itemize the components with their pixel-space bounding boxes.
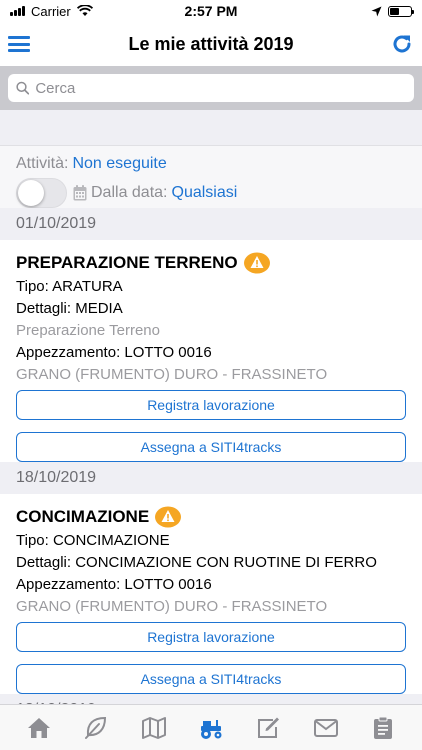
date-filter-toggle[interactable] (16, 178, 67, 208)
register-work-button[interactable]: Registra lavorazione (16, 390, 406, 420)
clipboard-icon (374, 716, 393, 739)
activity-crop: GRANO (FRUMENTO) DURO - FRASSINETO (16, 366, 328, 383)
section-date: 18/10/2019 (0, 694, 422, 704)
warning-icon (155, 506, 182, 528)
tab-crops[interactable] (78, 712, 114, 744)
warning-icon (243, 252, 270, 274)
search-icon (16, 81, 30, 95)
status-bar: Carrier 2:57 PM (0, 0, 422, 22)
activity-plot: Appezzamento: LOTTO 0016 (16, 344, 212, 361)
status-time: 2:57 PM (184, 3, 238, 19)
activity-filter-label: Attività: (16, 155, 69, 172)
activity-title: CONCIMAZIONE (16, 504, 406, 530)
activity-title: PREPARAZIONE TERRENO (16, 250, 406, 276)
tab-activities[interactable] (193, 712, 229, 744)
assign-siti4tracks-button[interactable]: Assegna a SITI4tracks (16, 432, 406, 462)
page-title: Le mie attività 2019 (128, 33, 294, 54)
activity-details: Dettagli: MEDIA (16, 300, 123, 317)
navigation-bar: Le mie attività 2019 (0, 22, 422, 66)
home-icon (27, 717, 50, 738)
tab-reports[interactable] (365, 712, 401, 744)
activity-filter-value[interactable]: Non eseguite (72, 155, 166, 173)
tab-messages[interactable] (308, 712, 344, 744)
activity-details: Dettagli: CONCIMAZIONE CON RUOTINE DI FE… (16, 554, 377, 571)
tractor-icon (200, 719, 222, 739)
tab-bar (0, 704, 422, 750)
activity-card: PREPARAZIONE TERRENO Tipo: ARATURA Detta… (0, 240, 422, 462)
refresh-icon[interactable] (390, 32, 414, 56)
activity-title-text: CONCIMAZIONE (16, 507, 150, 526)
activity-category: Preparazione Terreno (16, 322, 160, 339)
battery-icon (388, 5, 414, 17)
activity-card: CONCIMAZIONE Tipo: CONCIMAZIONE Dettagli… (0, 494, 422, 694)
date-filter: Dalla data: Qualsiasi (16, 178, 406, 208)
date-filter-value[interactable]: Qualsiasi (172, 184, 238, 202)
assign-siti4tracks-button[interactable]: Assegna a SITI4tracks (16, 664, 406, 694)
menu-icon[interactable] (8, 33, 30, 55)
activity-title-text: PREPARAZIONE TERRENO (16, 253, 238, 272)
filters-panel: Attività: Non eseguite Dalla data: Quals… (0, 146, 422, 208)
date-filter-label: Dalla data: (91, 184, 168, 201)
header-spacer (0, 110, 422, 146)
calendar-icon (73, 185, 87, 201)
activity-type: Tipo: ARATURA (16, 278, 123, 295)
mail-icon (313, 718, 338, 737)
leaf-icon (85, 716, 107, 739)
edit-icon (258, 717, 280, 738)
section-date: 01/10/2019 (0, 208, 422, 240)
register-work-button[interactable]: Registra lavorazione (16, 622, 406, 652)
activity-type: Tipo: CONCIMAZIONE (16, 532, 170, 549)
activity-list[interactable]: 01/10/2019 PREPARAZIONE TERRENO Tipo: AR… (0, 208, 422, 704)
search-input[interactable] (35, 79, 406, 97)
section-date: 18/10/2019 (0, 462, 422, 494)
search-box[interactable] (8, 74, 414, 102)
activity-crop: GRANO (FRUMENTO) DURO - FRASSINETO (16, 598, 328, 615)
tab-map[interactable] (136, 712, 172, 744)
tab-home[interactable] (21, 712, 57, 744)
map-icon (141, 716, 166, 739)
activity-filter[interactable]: Attività: Non eseguite (16, 152, 406, 176)
tab-edit[interactable] (250, 712, 286, 744)
search-bar (0, 66, 422, 110)
activity-plot: Appezzamento: LOTTO 0016 (16, 576, 212, 593)
